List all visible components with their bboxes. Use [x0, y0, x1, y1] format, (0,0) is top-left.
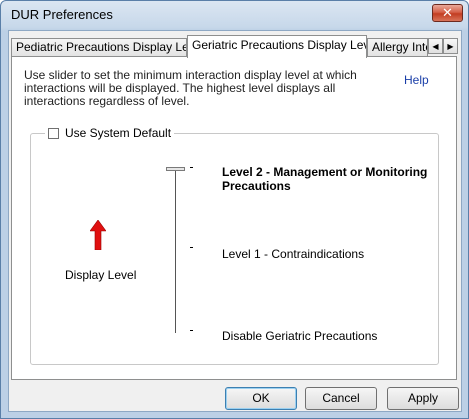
close-button[interactable]: ✕ [432, 4, 463, 22]
slider-thumb[interactable] [166, 167, 185, 171]
tab-allergy-interactions[interactable]: Allergy Inter [367, 38, 428, 56]
title-bar[interactable]: DUR Preferences ✕ [1, 1, 468, 29]
ok-button[interactable]: OK [225, 387, 297, 410]
dialog-window: DUR Preferences ✕ Pediatric Precautions … [0, 0, 469, 419]
arrow-right-icon: ▶ [447, 42, 454, 51]
slider-tick [190, 330, 193, 331]
slider-tick [190, 247, 193, 248]
use-system-default-label: Use System Default [65, 126, 172, 140]
up-arrow-icon [90, 220, 106, 250]
tab-strip: Pediatric Precautions Display Level Geri… [9, 35, 461, 58]
level-1-label: Level 1 - Contraindications [222, 247, 365, 261]
level-2-label: Level 2 - Management or Monitoring Preca… [222, 165, 428, 193]
tab-pediatric-precautions[interactable]: Pediatric Precautions Display Level [11, 38, 187, 56]
slider-track[interactable] [175, 168, 176, 333]
window-title: DUR Preferences [11, 7, 113, 22]
slider-tick [190, 167, 193, 168]
arrow-left-icon: ◀ [432, 42, 439, 51]
tab-scroll-left-button[interactable]: ◀ [428, 38, 443, 54]
tab-label: Allergy Inter [372, 40, 427, 54]
disable-level-label: Disable Geriatric Precautions [222, 329, 378, 343]
use-system-default-checkbox[interactable] [48, 127, 59, 139]
help-link[interactable]: Help [404, 73, 429, 87]
cancel-button[interactable]: Cancel [305, 387, 377, 410]
dialog-client-area: Pediatric Precautions Display Level Geri… [8, 30, 462, 412]
display-level-group: Use System Default Display Level Level 2… [30, 126, 439, 365]
tab-panel-geriatric: Use slider to set the minimum interactio… [11, 56, 457, 380]
display-level-label: Display Level [65, 268, 137, 282]
instructions-text: Use slider to set the minimum interactio… [24, 68, 357, 108]
tab-label: Pediatric Precautions Display Level [16, 40, 187, 54]
use-system-default-option[interactable]: Use System Default [45, 126, 175, 140]
tab-geriatric-precautions[interactable]: Geriatric Precautions Display Level [187, 35, 367, 58]
tab-label: Geriatric Precautions Display Level [192, 38, 367, 52]
tab-scroll-right-button[interactable]: ▶ [443, 38, 458, 54]
apply-button[interactable]: Apply [387, 387, 459, 410]
close-icon: ✕ [442, 6, 453, 21]
